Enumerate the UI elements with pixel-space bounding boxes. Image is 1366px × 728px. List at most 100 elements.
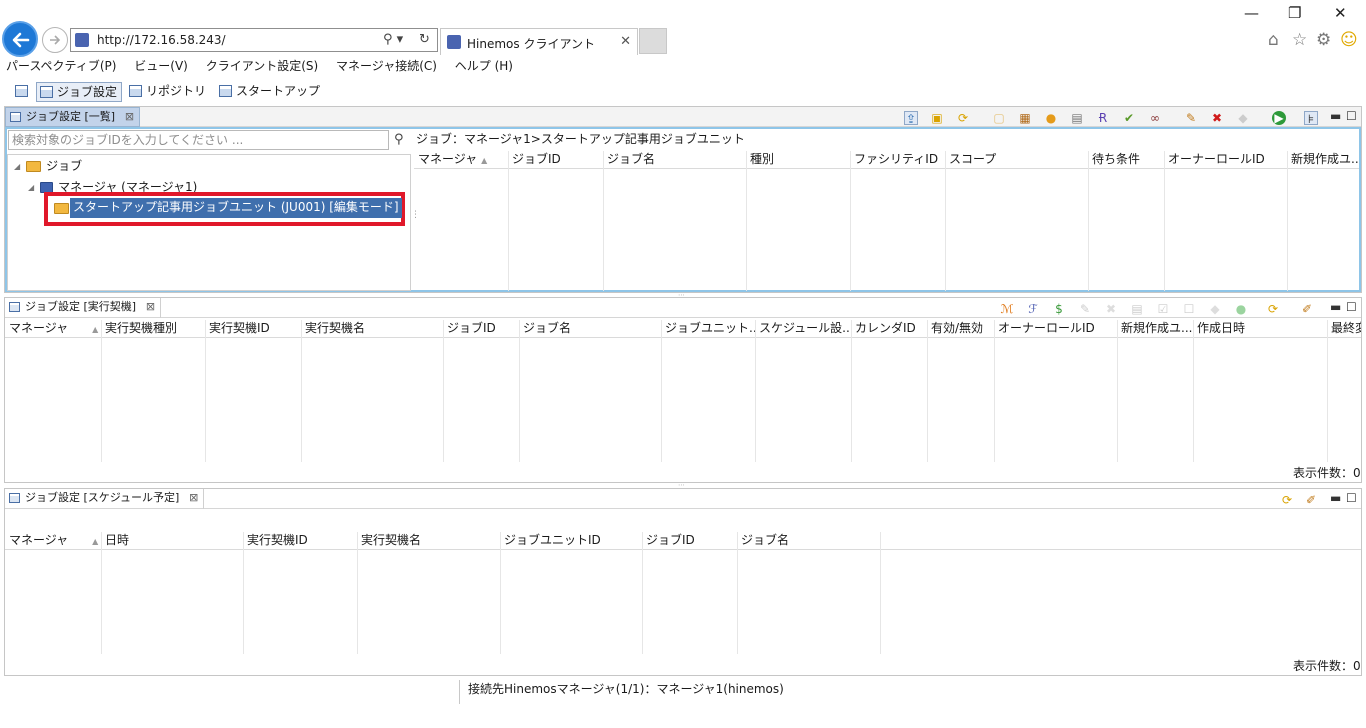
tree-view-icon[interactable]: ⊧ [1304,111,1318,126]
create-job-icon[interactable]: ▦ [1018,111,1032,125]
tree-node-jobunit[interactable]: スタートアップ記事用ジョブユニット (JU001) [編集モード] [70,198,402,218]
add-schedule-icon[interactable]: ℳ [1000,302,1014,316]
disable-icon[interactable]: ☐ [1182,302,1196,316]
create-ref-icon[interactable]: ▤ [1070,111,1084,125]
enable-icon[interactable]: ☑ [1156,302,1170,316]
col-trigger-id[interactable]: 実行契機ID [205,320,301,338]
filter-icon[interactable]: ✐ [1304,493,1318,507]
col-type[interactable]: 種別 [746,151,850,169]
col-calendar-id[interactable]: カレンダID [851,320,927,338]
search-icon[interactable]: ⚲ [394,132,404,147]
col-jobunit[interactable]: ジョブユニット... [661,320,755,338]
tree-node-root[interactable]: ◢ ジョブ [14,158,82,175]
import-icon[interactable]: ⇪ [904,111,918,126]
run-icon[interactable]: ▶ [1272,111,1286,125]
col-job-id[interactable]: ジョブID [642,532,737,550]
refresh-icon[interactable]: ⟳ [1280,493,1294,507]
minimize-view-icon[interactable]: ▬ [1330,300,1341,314]
refresh-icon[interactable]: ↻ [419,32,430,47]
address-bar[interactable]: http://172.16.58.243/ ⚲ ▾ ↻ [70,28,438,52]
create-approval-icon[interactable]: Ɍ [1096,111,1110,125]
eraser-icon[interactable]: ◆ [1208,302,1222,316]
col-creator[interactable]: 新規作成ユ... [1117,320,1193,338]
col-manager[interactable]: マネージャ ▲ [5,532,101,550]
create-file-job-icon[interactable]: ● [1044,111,1058,125]
close-icon[interactable]: ⊠ [189,489,198,507]
job-search-input[interactable]: 検索対象のジョブIDを入力してください ... [8,130,389,150]
col-trigger-name[interactable]: 実行契機名 [357,532,500,550]
col-trigger-type[interactable]: 実行契機種別 [101,320,205,338]
menu-client-settings[interactable]: クライアント設定(S) [206,59,319,73]
maximize-view-icon[interactable]: ☐ [1346,109,1357,123]
col-valid[interactable]: 有効/無効 [927,320,994,338]
copy-icon[interactable]: ▤ [1130,302,1144,316]
menu-view[interactable]: ビュー(V) [134,59,188,73]
maximize-view-icon[interactable]: ☐ [1346,491,1357,505]
restore-icon[interactable]: ❐ [1288,4,1301,22]
filter-icon[interactable]: ✐ [1300,302,1314,316]
edit-icon[interactable]: ✎ [1184,111,1198,125]
expand-icon[interactable]: ◢ [14,159,20,175]
eraser-icon[interactable]: ◆ [1236,111,1250,125]
delete-icon[interactable]: ✖ [1210,111,1224,125]
copy-icon[interactable]: ∞ [1148,111,1162,125]
maximize-view-icon[interactable]: ☐ [1346,300,1357,314]
close-icon[interactable]: ⊠ [125,108,134,126]
url-text[interactable]: http://172.16.58.243/ [97,33,226,47]
tab-trigger[interactable]: ジョブ設定 [実行契機] ⊠ [5,298,162,318]
menu-help[interactable]: ヘルプ (H) [455,59,513,73]
menu-manager-connect[interactable]: マネージャ接続(C) [336,59,437,73]
edit-icon[interactable]: ✎ [1078,302,1092,316]
create-monitor-icon[interactable]: ✔ [1122,111,1136,125]
splitter-handle[interactable]: ⋮ [411,210,420,220]
col-scope[interactable]: スコープ [945,151,1088,169]
col-trigger-name[interactable]: 実行契機名 [301,320,443,338]
minimize-view-icon[interactable]: ▬ [1330,109,1341,123]
open-perspective-button[interactable] [12,82,32,102]
col-trigger-id[interactable]: 実行契機ID [243,532,357,550]
col-datetime[interactable]: 日時 [101,532,243,550]
run-icon[interactable]: ● [1234,302,1248,316]
minimize-icon[interactable]: — [1244,4,1259,22]
col-manager[interactable]: マネージャ ▲ [414,151,508,169]
search-dropdown-icon[interactable]: ⚲ ▾ [383,32,403,47]
home-icon[interactable]: ⌂ [1268,30,1279,50]
col-creator[interactable]: 新規作成ユ... [1287,151,1359,169]
expand-icon[interactable]: ◢ [28,180,34,196]
close-tab-icon[interactable]: ✕ [620,34,631,49]
col-manager[interactable]: マネージャ ▲ [5,320,101,338]
col-job-name[interactable]: ジョブ名 [603,151,746,169]
col-jobunit-id[interactable]: ジョブユニットID [500,532,642,550]
refresh-icon[interactable]: ⟳ [956,111,970,125]
col-job-name[interactable]: ジョブ名 [737,532,880,550]
new-unit-icon[interactable]: ▣ [930,111,944,125]
col-job-id[interactable]: ジョブID [508,151,603,169]
perspective-job-settings[interactable]: ジョブ設定 [36,82,123,102]
minimize-view-icon[interactable]: ▬ [1330,491,1341,505]
add-manual-icon[interactable]: $ [1052,302,1066,316]
create-net-icon[interactable]: ▢ [992,111,1006,125]
perspective-startup[interactable]: スタートアップ [216,82,324,102]
forward-button[interactable] [42,27,68,53]
col-owner-role[interactable]: オーナーロールID [994,320,1117,338]
window-close-icon[interactable]: ✕ [1334,4,1347,22]
browser-tab[interactable]: Hinemos クライアント ✕ [440,28,638,55]
menu-perspective[interactable]: パースペクティブ(P) [6,59,116,73]
col-schedule[interactable]: スケジュール設... [755,320,851,338]
refresh-icon[interactable]: ⟳ [1266,302,1280,316]
col-created-at[interactable]: 作成日時 [1193,320,1327,338]
favorites-star-icon[interactable]: ☆ [1292,30,1307,50]
add-file-check-icon[interactable]: ℱ [1026,302,1040,316]
tab-schedule[interactable]: ジョブ設定 [スケジュール予定] ⊠ [5,489,205,509]
delete-icon[interactable]: ✖ [1104,302,1118,316]
back-button[interactable] [2,21,38,57]
smiley-feedback-icon[interactable]: ☺ [1340,30,1358,50]
col-job-name[interactable]: ジョブ名 [519,320,661,338]
col-owner-role[interactable]: オーナーロールID [1164,151,1287,169]
col-last-modified[interactable]: 最終変 [1327,320,1361,338]
perspective-repository[interactable]: リポジトリ [126,82,210,102]
new-tab-button[interactable] [639,28,667,54]
tab-job-list[interactable]: ジョブ設定 [一覧] ⊠ [5,107,141,127]
col-facility-id[interactable]: ファシリティID [850,151,945,169]
col-wait-condition[interactable]: 待ち条件 [1088,151,1164,169]
